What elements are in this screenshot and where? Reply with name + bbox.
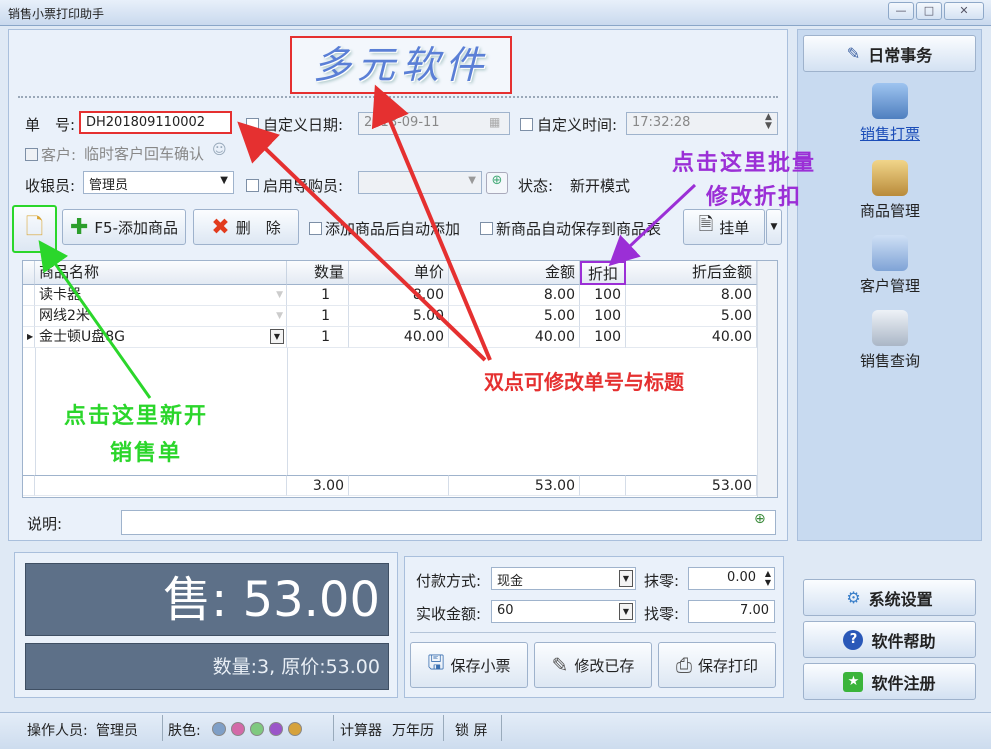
skin-swatch[interactable] bbox=[288, 722, 302, 736]
operator-label: 操作人员: bbox=[27, 723, 88, 739]
operator-value: 管理员 bbox=[96, 723, 138, 739]
skin-swatches bbox=[212, 721, 307, 737]
annotation-green-2: 销售单 bbox=[110, 441, 183, 466]
annotation-green-1: 点击这里新开 bbox=[64, 404, 209, 429]
skin-swatch[interactable] bbox=[212, 722, 226, 736]
annotation-purple-2: 修改折扣 bbox=[706, 185, 803, 210]
calculator-link[interactable]: 计算器 bbox=[340, 720, 382, 740]
skin-swatch[interactable] bbox=[231, 722, 245, 736]
red-arrow-to-title bbox=[371, 84, 492, 361]
skin-swatch[interactable] bbox=[269, 722, 283, 736]
red-arrow-to-order-no bbox=[237, 121, 487, 362]
purple-arrow-to-discount bbox=[608, 183, 697, 267]
skin-swatch[interactable] bbox=[250, 722, 264, 736]
green-arrow-to-new bbox=[38, 240, 152, 399]
calendar-link[interactable]: 万年历 bbox=[392, 720, 434, 740]
status-bar: 操作人员: 管理员 肤色: 计算器 万年历 锁 屏 bbox=[0, 712, 991, 749]
skin-label: 肤色: bbox=[168, 723, 201, 739]
lock-screen-link[interactable]: 锁 屏 bbox=[455, 720, 487, 740]
annotation-red: 双点可修改单号与标题 bbox=[484, 370, 684, 394]
annotation-purple-1: 点击这里批量 bbox=[672, 151, 817, 176]
